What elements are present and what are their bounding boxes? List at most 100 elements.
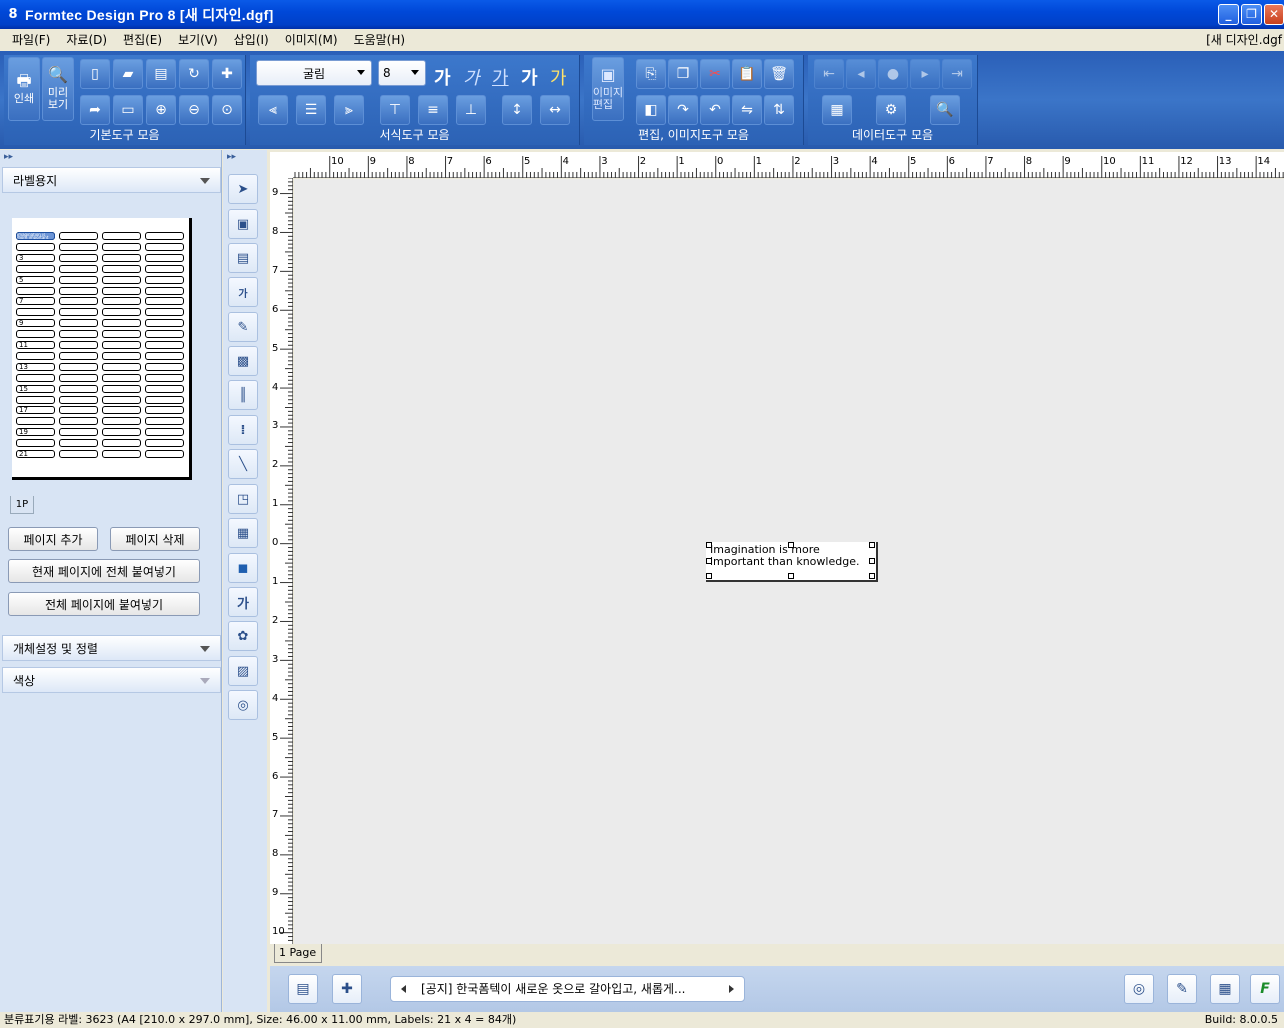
label-cell[interactable]: [59, 253, 98, 262]
label-cell[interactable]: [16, 242, 55, 251]
collapse-icon[interactable]: ▸▸: [4, 152, 13, 162]
resize-handle[interactable]: [706, 558, 712, 564]
label-cell[interactable]: [102, 428, 141, 437]
text-style-icon[interactable]: ✎: [228, 312, 258, 342]
data-first-icon[interactable]: ⇤: [814, 59, 844, 89]
font-size-select[interactable]: 8: [378, 60, 426, 86]
collapse-icon[interactable]: ▸▸: [227, 152, 236, 162]
open-folder-icon[interactable]: ▰: [113, 59, 143, 89]
label-cell[interactable]: [145, 319, 184, 328]
refresh-icon[interactable]: ↻: [179, 59, 209, 89]
minimize-button[interactable]: _: [1218, 4, 1239, 25]
outline-text-button[interactable]: 가: [550, 64, 567, 90]
data-prev-icon[interactable]: ◂: [846, 59, 876, 89]
formtec-logo-icon[interactable]: F: [1250, 974, 1280, 1004]
bold-text-button[interactable]: 가: [434, 64, 451, 90]
label-cell[interactable]: [102, 232, 141, 240]
label-cell[interactable]: [16, 373, 55, 382]
label-cell[interactable]: [59, 275, 98, 284]
data-record-icon[interactable]: ●: [878, 59, 908, 89]
label-cell[interactable]: [145, 275, 184, 284]
label-cell[interactable]: 11: [16, 341, 55, 349]
label-cell[interactable]: [145, 362, 184, 371]
label-cell[interactable]: 17: [16, 406, 55, 415]
image-edit-button[interactable]: ▣ 이미지 편집: [592, 57, 624, 121]
add-document-icon[interactable]: ✚: [212, 59, 242, 89]
serial-barcode-icon[interactable]: ⁞: [228, 415, 258, 445]
cut-icon[interactable]: ✂: [700, 59, 730, 89]
label-cell[interactable]: 21: [16, 450, 55, 458]
label-cell[interactable]: [145, 341, 184, 349]
notice-ticker[interactable]: [공지] 한국폼텍이 새로운 옷으로 갈아입고, 새롭게...: [390, 976, 745, 1002]
label-cell[interactable]: [16, 308, 55, 317]
label-cell[interactable]: [102, 450, 141, 458]
insert-image-icon[interactable]: ▣: [228, 209, 258, 239]
label-cell[interactable]: [16, 417, 55, 426]
italic-text-button[interactable]: 가: [463, 64, 480, 90]
menu-edit[interactable]: 편집(E): [115, 29, 170, 51]
label-cell[interactable]: [145, 264, 184, 273]
label-cell[interactable]: [145, 428, 184, 437]
align-right-icon[interactable]: ⫸: [334, 95, 364, 125]
label-cell[interactable]: [145, 253, 184, 262]
label-cell[interactable]: [16, 286, 55, 295]
vertical-text-icon[interactable]: 가: [228, 277, 258, 307]
resize-handle[interactable]: [788, 542, 794, 548]
label-cell[interactable]: [59, 286, 98, 295]
label-cell[interactable]: [102, 439, 141, 448]
label-cell[interactable]: [102, 286, 141, 295]
align-bottom-icon[interactable]: ⊥: [456, 95, 486, 125]
align-center-icon[interactable]: ☰: [296, 95, 326, 125]
font-icon[interactable]: 가: [228, 587, 258, 617]
menu-file[interactable]: 파일(F): [4, 29, 58, 51]
label-sheet-preview[interactable]: 3 5 7 9 11 13 15 17 19 21 Imagination is more imp…: [12, 218, 192, 480]
label-cell[interactable]: [102, 253, 141, 262]
paste-all-current-page-button[interactable]: 현재 페이지에 전체 붙여넣기: [8, 559, 200, 583]
clipart-icon[interactable]: ✿: [228, 621, 258, 651]
label-cell[interactable]: [59, 417, 98, 426]
label-cell[interactable]: [59, 297, 98, 306]
label-cell[interactable]: [145, 439, 184, 448]
label-cell[interactable]: [102, 362, 141, 371]
data-next-icon[interactable]: ▸: [910, 59, 940, 89]
page-tab-1p[interactable]: 1P: [10, 496, 34, 514]
duplicate-icon[interactable]: ❐: [668, 59, 698, 89]
flip-horizontal-icon[interactable]: ⇋: [732, 95, 762, 125]
line-spacing-icon[interactable]: ↕: [502, 95, 532, 125]
label-cell[interactable]: [102, 406, 141, 415]
label-cell[interactable]: [102, 341, 141, 349]
menu-help[interactable]: 도움말(H): [346, 29, 414, 51]
data-last-icon[interactable]: ⇥: [942, 59, 972, 89]
media-disc-icon[interactable]: ◎: [228, 690, 258, 720]
restore-button[interactable]: ❐: [1241, 4, 1262, 25]
label-cell[interactable]: [102, 351, 141, 360]
label-cell[interactable]: [145, 395, 184, 404]
data-table-icon[interactable]: ▦: [822, 95, 852, 125]
label-cell[interactable]: [59, 264, 98, 273]
barcode-icon[interactable]: ║: [228, 380, 258, 410]
chevron-left-icon[interactable]: [401, 985, 406, 993]
paste-icon[interactable]: 📋: [732, 59, 762, 89]
label-cell[interactable]: [102, 395, 141, 404]
new-document-icon[interactable]: ▯: [80, 59, 110, 89]
label-cell[interactable]: [16, 264, 55, 273]
qr-code-icon[interactable]: ▩: [228, 346, 258, 376]
label-cell[interactable]: [145, 308, 184, 317]
label-cell[interactable]: [145, 297, 184, 306]
label-cell[interactable]: [102, 308, 141, 317]
add-label-icon[interactable]: ✚: [332, 974, 362, 1004]
font-name-select[interactable]: 굴림: [256, 60, 372, 86]
label-cell[interactable]: 7: [16, 297, 55, 306]
label-cell[interactable]: [102, 417, 141, 426]
redo-icon[interactable]: ↷: [668, 95, 698, 125]
label-cell[interactable]: [59, 395, 98, 404]
delete-page-button[interactable]: 페이지 삭제: [110, 527, 200, 551]
table-icon[interactable]: ▦: [228, 518, 258, 548]
label-cell[interactable]: [145, 417, 184, 426]
label-cell[interactable]: [102, 242, 141, 251]
object-settings-header[interactable]: 개체설정 및 정렬: [2, 635, 221, 661]
undo-icon[interactable]: ↶: [700, 95, 730, 125]
label-cell[interactable]: [102, 319, 141, 328]
gradient-fill-icon[interactable]: ◼: [228, 553, 258, 583]
label-cell[interactable]: [102, 330, 141, 339]
